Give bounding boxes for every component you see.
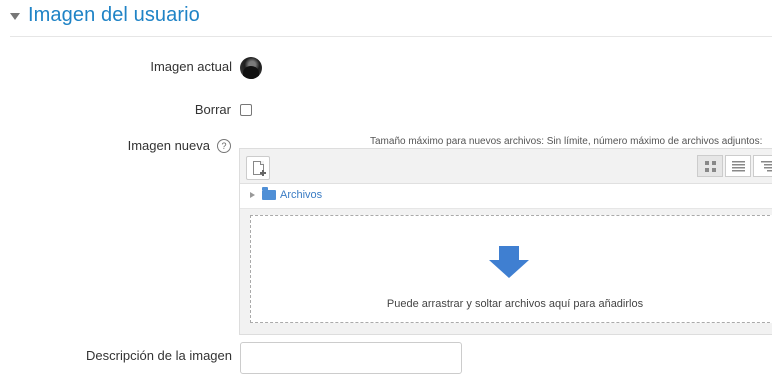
view-list-button[interactable] <box>725 155 751 177</box>
divider <box>10 36 772 37</box>
description-label: Descripción de la imagen <box>86 348 232 363</box>
delete-label: Borrar <box>194 102 231 117</box>
file-picker-path: Archivos <box>240 184 772 209</box>
chevron-down-icon[interactable] <box>10 13 20 20</box>
description-input[interactable] <box>240 342 462 374</box>
file-limits-text: Tamaño máximo para nuevos archivos: Sin … <box>370 136 763 147</box>
view-icons-button[interactable] <box>697 155 723 177</box>
file-picker-toolbar <box>240 149 772 184</box>
list-icon <box>732 161 745 172</box>
grid-icon <box>705 161 716 172</box>
drop-zone[interactable]: Puede arrastrar y soltar archivos aquí p… <box>250 215 772 323</box>
arrow-head <box>489 260 529 278</box>
new-image-label: Imagen nueva <box>127 138 210 153</box>
plus-icon <box>260 170 266 176</box>
tree-icon <box>761 161 772 172</box>
avatar <box>240 57 262 79</box>
section-title: Imagen del usuario <box>28 4 200 26</box>
current-image-label: Imagen actual <box>150 59 232 74</box>
folder-link[interactable]: Archivos <box>280 189 322 201</box>
section-header[interactable]: Imagen del usuario <box>10 4 200 27</box>
file-picker: Archivos Puede arrastrar y soltar archiv… <box>239 148 772 335</box>
view-toggle-group <box>697 155 772 177</box>
arrow-stem <box>499 246 519 260</box>
folder-icon[interactable] <box>262 187 276 200</box>
view-tree-button[interactable] <box>753 155 772 177</box>
delete-checkbox[interactable] <box>240 104 252 116</box>
drop-zone-text: Puede arrastrar y soltar archivos aquí p… <box>386 298 644 310</box>
download-arrow-icon <box>489 246 529 281</box>
expand-arrow-icon[interactable] <box>250 192 255 198</box>
add-file-button[interactable] <box>246 156 270 180</box>
help-icon[interactable]: ? <box>217 139 231 153</box>
